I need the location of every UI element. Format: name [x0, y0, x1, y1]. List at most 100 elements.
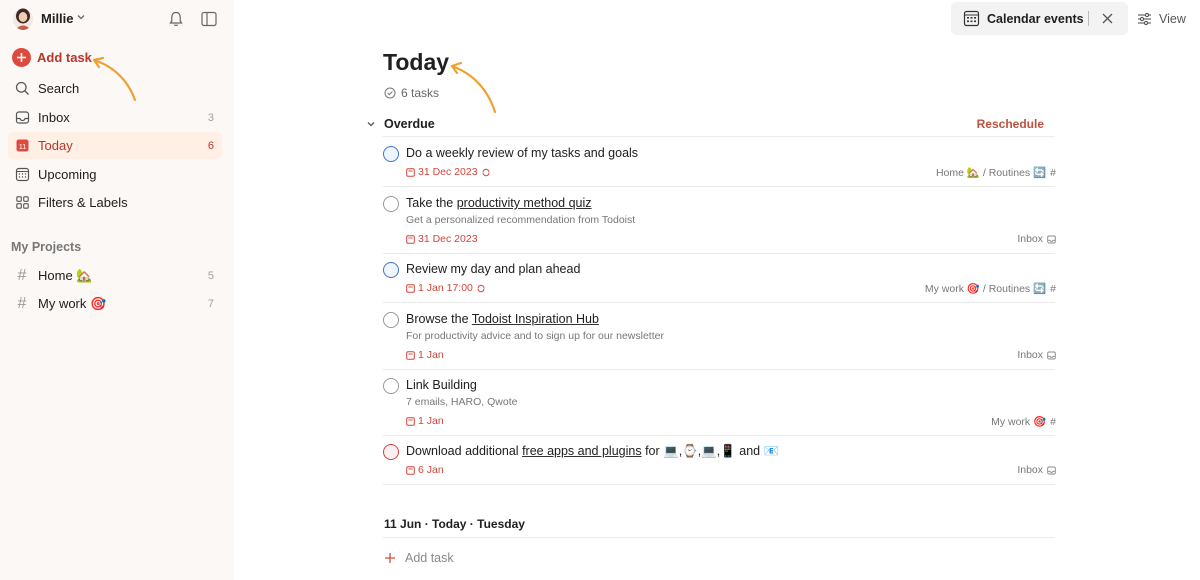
sidebar-item-today[interactable]: 11 Today 6 — [8, 132, 222, 159]
task-checkbox[interactable] — [383, 146, 399, 162]
reschedule-button[interactable]: Reschedule — [977, 117, 1044, 131]
task-checkbox[interactable] — [383, 312, 399, 328]
day-section-header: 11 Jun · Today · Tuesday — [384, 517, 525, 531]
task-project[interactable]: Home 🏡 / Routines 🔄 # — [936, 166, 1056, 180]
today-calendar-icon: 11 — [14, 138, 30, 154]
user-avatar[interactable] — [13, 8, 33, 30]
task-link[interactable]: Todoist Inspiration Hub — [472, 312, 599, 326]
close-icon[interactable] — [1102, 13, 1113, 24]
inbox-icon — [14, 110, 30, 126]
inbox-icon — [1047, 351, 1056, 360]
sidebar-item-label: Inbox — [38, 110, 70, 125]
search-icon — [14, 81, 30, 97]
task-description: Get a personalized recommendation from T… — [406, 214, 636, 226]
task-title: Browse the Todoist Inspiration Hub — [406, 312, 599, 326]
annotation-arrow-icon — [92, 56, 137, 102]
task-count-label: 6 tasks — [401, 86, 440, 100]
task-checkbox[interactable] — [383, 378, 399, 394]
sidebar-item-label: Filters & Labels — [38, 195, 128, 210]
calendar-events-icon — [963, 10, 980, 27]
upcoming-calendar-icon — [14, 167, 30, 183]
chevron-down-icon[interactable] — [366, 119, 376, 129]
sidebar-item-count: 6 — [207, 139, 214, 152]
projects-header[interactable]: My Projects — [11, 240, 81, 254]
task-due-date[interactable]: 31 Dec 2023 — [406, 166, 494, 178]
task-project[interactable]: My work 🎯 # — [991, 415, 1056, 429]
calendar-icon — [406, 416, 415, 426]
add-task-label: Add task — [37, 49, 92, 65]
calendar-icon — [406, 350, 415, 360]
sidebar-item-inbox[interactable]: Inbox 3 — [8, 104, 222, 131]
task-row[interactable]: Take the productivity method quiz Get a … — [383, 196, 1056, 248]
overdue-section-header: Overdue Reschedule — [366, 115, 1056, 136]
task-title: Link Building — [406, 378, 477, 392]
task-due-date[interactable]: 31 Dec 2023 — [406, 233, 478, 245]
sidebar-project-my-work[interactable]: # My work 🎯 7 — [8, 290, 222, 317]
overdue-title: Overdue — [384, 117, 435, 131]
hash-icon: # — [1050, 282, 1056, 295]
project-label: My work 🎯 — [38, 295, 107, 311]
divider — [383, 253, 1055, 254]
plus-icon — [385, 553, 395, 563]
sidebar-item-filters-labels[interactable]: Filters & Labels — [8, 189, 222, 216]
view-settings-icon — [1138, 12, 1151, 26]
task-title: Do a weekly review of my tasks and goals — [406, 146, 639, 160]
task-title: Review my day and plan ahead — [406, 262, 581, 276]
recurring-icon — [482, 168, 490, 176]
divider — [383, 369, 1055, 370]
task-checkbox[interactable] — [383, 444, 399, 460]
sidebar-toggle-icon[interactable] — [200, 10, 218, 28]
add-task-inline-button[interactable]: Add task — [384, 551, 454, 565]
sidebar-item-label: Search — [38, 81, 80, 96]
divider — [383, 136, 1055, 137]
sidebar-item-count: 3 — [207, 111, 214, 124]
recurring-icon — [477, 284, 485, 292]
annotation-arrow-icon — [450, 61, 497, 114]
task-checkbox[interactable] — [383, 196, 399, 212]
divider — [383, 537, 1055, 538]
task-row[interactable]: Review my day and plan ahead 1 Jan 17:00… — [383, 262, 1056, 302]
task-project[interactable]: Inbox — [1017, 233, 1056, 245]
task-due-date[interactable]: 1 Jan 17:00 — [406, 282, 489, 294]
sidebar-item-upcoming[interactable]: Upcoming — [8, 161, 222, 188]
hash-icon: # — [17, 266, 27, 284]
task-due-date[interactable]: 6 Jan — [406, 464, 444, 476]
calendar-events-button[interactable]: Calendar events — [951, 2, 1128, 35]
task-due-date[interactable]: 1 Jan — [406, 349, 444, 361]
svg-text:11: 11 — [18, 144, 25, 151]
chevron-down-icon[interactable] — [76, 12, 86, 22]
task-project[interactable]: Inbox — [1017, 464, 1056, 476]
inbox-icon — [1047, 466, 1056, 475]
sidebar-project-home[interactable]: # Home 🏡 5 — [8, 262, 222, 289]
divider — [383, 302, 1055, 303]
task-row[interactable]: Do a weekly review of my tasks and goals… — [383, 146, 1056, 186]
task-project[interactable]: Inbox — [1017, 349, 1056, 361]
task-row[interactable]: Link Building 7 emails, HARO, Qwote 1 Ja… — [383, 378, 1056, 430]
calendar-icon — [406, 465, 415, 475]
user-name[interactable]: Millie — [41, 11, 74, 26]
task-row[interactable]: Browse the Todoist Inspiration Hub For p… — [383, 312, 1056, 364]
task-title: Download additional free apps and plugin… — [406, 444, 780, 458]
bell-icon[interactable] — [167, 10, 185, 28]
divider — [383, 435, 1055, 436]
plus-icon — [12, 47, 31, 67]
task-link[interactable]: free apps and plugins — [522, 444, 642, 458]
hash-icon: # — [1050, 415, 1056, 428]
task-checkbox[interactable] — [383, 262, 399, 278]
check-circle-icon — [384, 87, 396, 99]
view-button[interactable]: View — [1137, 10, 1186, 28]
task-project[interactable]: My work 🎯 / Routines 🔄 # — [925, 282, 1056, 296]
task-title: Take the productivity method quiz — [406, 196, 592, 210]
divider — [383, 186, 1055, 187]
task-due-date[interactable]: 1 Jan — [406, 415, 444, 427]
task-row[interactable]: Download additional free apps and plugin… — [383, 444, 1056, 484]
calendar-icon — [406, 234, 415, 244]
sidebar-item-label: Today — [38, 138, 73, 153]
inbox-icon — [1047, 235, 1056, 244]
task-description: For productivity advice and to sign up f… — [406, 330, 664, 342]
view-label: View — [1159, 12, 1186, 26]
task-link[interactable]: productivity method quiz — [457, 196, 592, 210]
divider — [1088, 11, 1089, 26]
page-title: Today — [383, 49, 450, 75]
task-description: 7 emails, HARO, Qwote — [406, 396, 518, 408]
